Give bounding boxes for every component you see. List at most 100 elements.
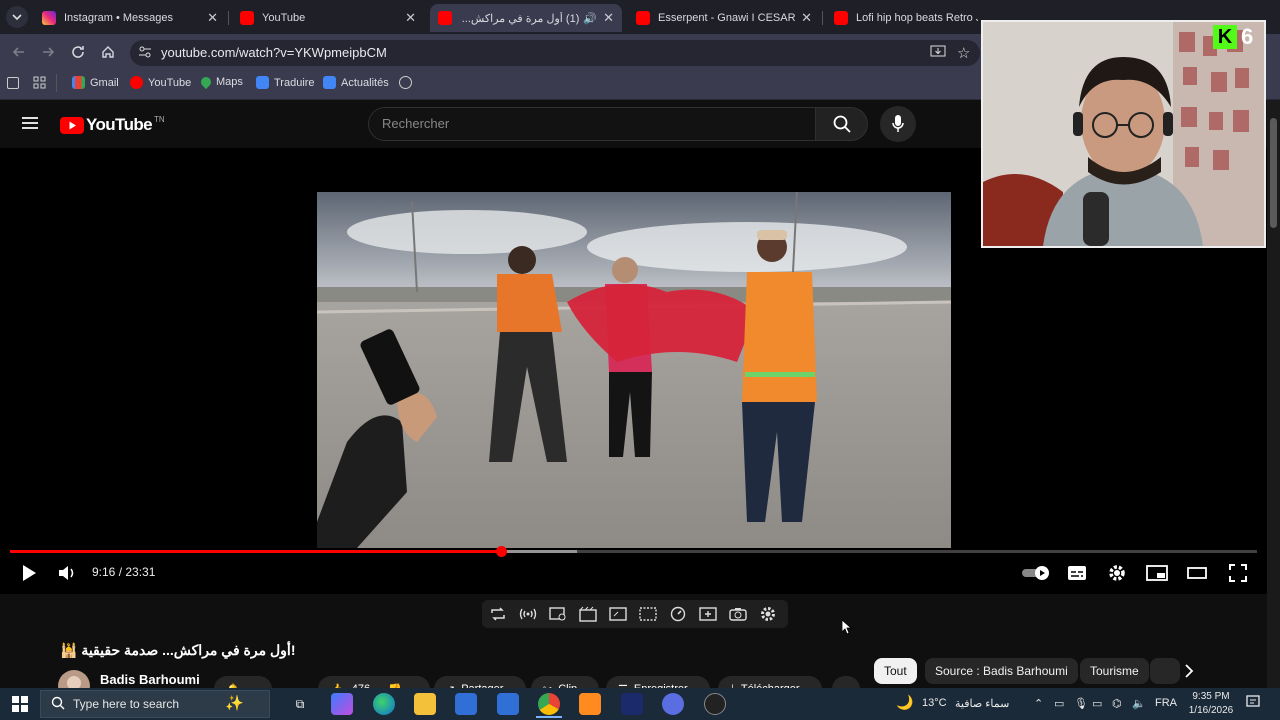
obs-icon[interactable] — [704, 693, 726, 715]
kick-badge: K 6 — [1213, 24, 1263, 50]
search-icon — [51, 696, 65, 715]
resize-player-icon[interactable] — [608, 604, 628, 624]
microphone-icon[interactable]: 🎙 — [1074, 697, 1088, 710]
arrow-right-icon — [43, 47, 55, 57]
streamer-webcam-image — [983, 22, 1264, 246]
bookmark-star-icon[interactable]: ☆ — [957, 44, 970, 62]
menu-icon[interactable] — [22, 116, 38, 135]
youtube-logo[interactable]: YouTube TN — [60, 115, 165, 135]
close-icon[interactable]: ✕ — [207, 10, 218, 26]
back-button[interactable] — [8, 41, 30, 63]
logo-text: YouTube — [86, 115, 153, 134]
settings-button[interactable] — [1106, 562, 1128, 584]
tab-instagram[interactable]: Instagram • Messages ✕ — [34, 4, 226, 32]
bookmark-label: Actualités — [341, 76, 389, 89]
tab-title: Esserpent - Gnawi I CESAR ART — [658, 12, 796, 24]
battery-icon[interactable]: ▭ — [1092, 697, 1102, 710]
country-code: TN — [154, 114, 165, 124]
volume-icon[interactable]: 🔈 — [1132, 697, 1146, 710]
scrollbar-thumb[interactable] — [1270, 118, 1277, 228]
network-icon[interactable]: ⌬ — [1112, 697, 1122, 710]
theater-icon — [1187, 567, 1207, 579]
edge-icon[interactable] — [373, 693, 395, 715]
tab-esserpent[interactable]: Esserpent - Gnawi I CESAR ART ✕ — [628, 4, 820, 32]
bookmark-traduire[interactable]: Traduire — [256, 76, 315, 89]
watch-view-icon[interactable] — [548, 604, 568, 624]
screenshot-icon[interactable] — [728, 604, 748, 624]
tray-expand-icon[interactable]: ⌃ — [1034, 697, 1043, 710]
channel-name[interactable]: Badis Barhoumi — [100, 672, 200, 687]
mute-button[interactable] — [56, 562, 80, 584]
audio-mode-icon[interactable] — [518, 604, 538, 624]
youtube-icon — [438, 11, 452, 25]
autoplay-toggle[interactable] — [1020, 562, 1052, 584]
video-frame[interactable] — [317, 192, 951, 548]
url-text[interactable]: youtube.com/watch?v=YKWpmeipbCM — [161, 45, 387, 60]
home-button[interactable] — [97, 41, 119, 63]
miniplayer-button[interactable] — [1146, 562, 1168, 584]
input-language[interactable]: FRA — [1155, 697, 1177, 709]
site-info-icon[interactable] — [138, 45, 152, 64]
youtube-icon — [636, 11, 650, 25]
bookmark-maps[interactable]: Maps — [198, 74, 243, 90]
globe-icon[interactable] — [399, 76, 412, 89]
chip-tourisme[interactable]: Tourisme — [1080, 658, 1149, 684]
close-icon[interactable]: ✕ — [405, 10, 416, 26]
close-icon[interactable]: ✕ — [603, 10, 614, 26]
apps-grid-icon[interactable] — [33, 76, 46, 94]
microphone-icon — [892, 115, 904, 132]
notifications-icon[interactable] — [1246, 695, 1260, 714]
bookmark-gmail[interactable]: Gmail — [72, 76, 119, 89]
chrome-icon[interactable] — [538, 693, 560, 715]
weather-temp[interactable]: 13°C — [922, 697, 947, 709]
tab-lofi[interactable]: Lofi hip hop beats Retro Japa — [826, 4, 986, 32]
chevron-right-icon — [1185, 664, 1194, 678]
tab-search-button[interactable] — [6, 6, 28, 28]
expand-video-icon[interactable] — [638, 604, 658, 624]
chip-tout[interactable]: Tout — [874, 658, 917, 684]
app-orange-icon[interactable] — [579, 693, 601, 715]
bookmark-label: YouTube — [148, 76, 192, 89]
video-title: !أول مرة في مراكش... صدمة حقيقية 🕌 — [60, 642, 296, 658]
taskbar-search-placeholder: Type here to search — [73, 697, 180, 711]
sparkle-icon: ✨ — [225, 695, 244, 712]
bookmark-actualites[interactable]: Actualités — [323, 76, 389, 89]
search-button[interactable] — [816, 107, 868, 141]
install-app-icon[interactable] — [930, 45, 946, 64]
file-explorer-icon[interactable] — [414, 693, 436, 715]
store-icon[interactable] — [455, 693, 477, 715]
taskbar-clock[interactable]: 9:35 PM 1/16/2026 — [1180, 690, 1242, 718]
sidebar-toggle-icon[interactable] — [7, 77, 19, 89]
voice-search-button[interactable] — [880, 106, 916, 142]
copilot-icon[interactable] — [331, 693, 353, 715]
app-keyboard-icon[interactable] — [621, 693, 643, 715]
forward-button[interactable] — [37, 41, 59, 63]
miniplayer-icon — [1146, 565, 1168, 581]
tray-app-icon[interactable]: ▭ — [1054, 697, 1064, 710]
gear-icon[interactable] — [758, 604, 778, 624]
chip-source[interactable]: Source : Badis Barhoumi — [925, 658, 1078, 684]
volume-boost-icon[interactable] — [698, 604, 718, 624]
reload-button[interactable] — [67, 41, 89, 63]
weather-desc[interactable]: سماء صافية — [955, 697, 1009, 710]
theater-mode-button[interactable] — [1186, 562, 1208, 584]
discord-icon[interactable] — [662, 693, 684, 715]
mail-icon[interactable] — [497, 693, 519, 715]
close-icon[interactable]: ✕ — [801, 10, 812, 26]
bookmark-youtube[interactable]: YouTube — [130, 76, 191, 89]
tab-title: (1) أول مرة في مراكش... — [461, 12, 580, 25]
tab-active-video[interactable]: (1) أول مرة في مراكش... 🔊 ✕ — [430, 4, 622, 32]
tab-title: YouTube — [262, 12, 306, 24]
play-button[interactable] — [18, 562, 40, 584]
tab-youtube[interactable]: YouTube ✕ — [232, 4, 424, 32]
speed-icon[interactable] — [668, 604, 688, 624]
task-view-icon[interactable]: ⧉ — [289, 693, 311, 715]
windows-start-icon[interactable] — [12, 696, 28, 717]
subtitles-button[interactable] — [1066, 562, 1088, 584]
speaker-icon[interactable]: 🔊 — [583, 12, 597, 25]
bookmark-label: Traduire — [274, 76, 315, 89]
chips-next-button[interactable] — [1176, 660, 1202, 682]
loop-icon[interactable] — [488, 604, 508, 624]
cinema-mode-icon[interactable] — [578, 604, 598, 624]
fullscreen-button[interactable] — [1227, 562, 1249, 584]
